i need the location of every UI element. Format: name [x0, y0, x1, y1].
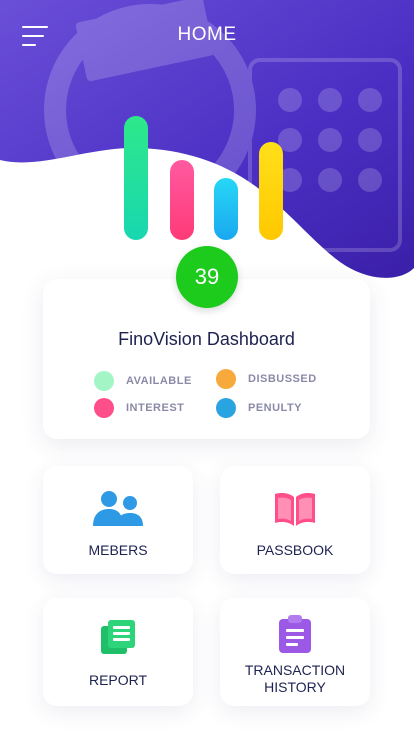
transaction-history-tile[interactable]: TRANSACTION HISTORY	[220, 598, 370, 706]
legend-dot-penulty	[216, 398, 236, 418]
report-tile[interactable]: REPORT	[43, 598, 193, 706]
legend-disbussed: DISBUSSED	[216, 369, 317, 389]
dashboard-title: FinoVision Dashboard	[118, 329, 295, 349]
users-icon	[43, 490, 193, 528]
passbook-label: PASSBOOK	[256, 542, 334, 558]
clipboard-list-icon	[220, 614, 370, 654]
documents-icon	[43, 618, 193, 656]
logo-bar-pink	[170, 160, 194, 240]
legend-dot-disbussed	[216, 369, 236, 389]
open-book-icon	[220, 490, 370, 528]
logo-bar-yellow	[259, 142, 283, 240]
page-title: HOME	[177, 24, 237, 45]
legend-label-penulty: PENULTY	[248, 402, 303, 414]
legend-label-disbussed: DISBUSSED	[248, 373, 317, 385]
legend-dot-available	[94, 371, 114, 391]
legend-label-interest: INTEREST	[126, 402, 185, 414]
transaction-history-label: TRANSACTION HISTORY	[244, 662, 346, 695]
legend-dot-interest	[94, 398, 114, 418]
members-tile[interactable]: MEBERS	[43, 466, 193, 574]
report-label: REPORT	[88, 672, 148, 688]
count-badge: 39	[176, 246, 238, 308]
legend-available: AVAILABLE	[94, 371, 192, 391]
legend-interest: INTEREST	[94, 398, 184, 418]
legend-label-available: AVAILABLE	[126, 375, 192, 387]
members-label: MEBERS	[88, 542, 148, 558]
logo-bar-blue	[214, 178, 238, 240]
passbook-tile[interactable]: PASSBOOK	[220, 466, 370, 574]
legend-penulty: PENULTY	[216, 398, 302, 418]
logo-bar-green	[124, 116, 148, 240]
